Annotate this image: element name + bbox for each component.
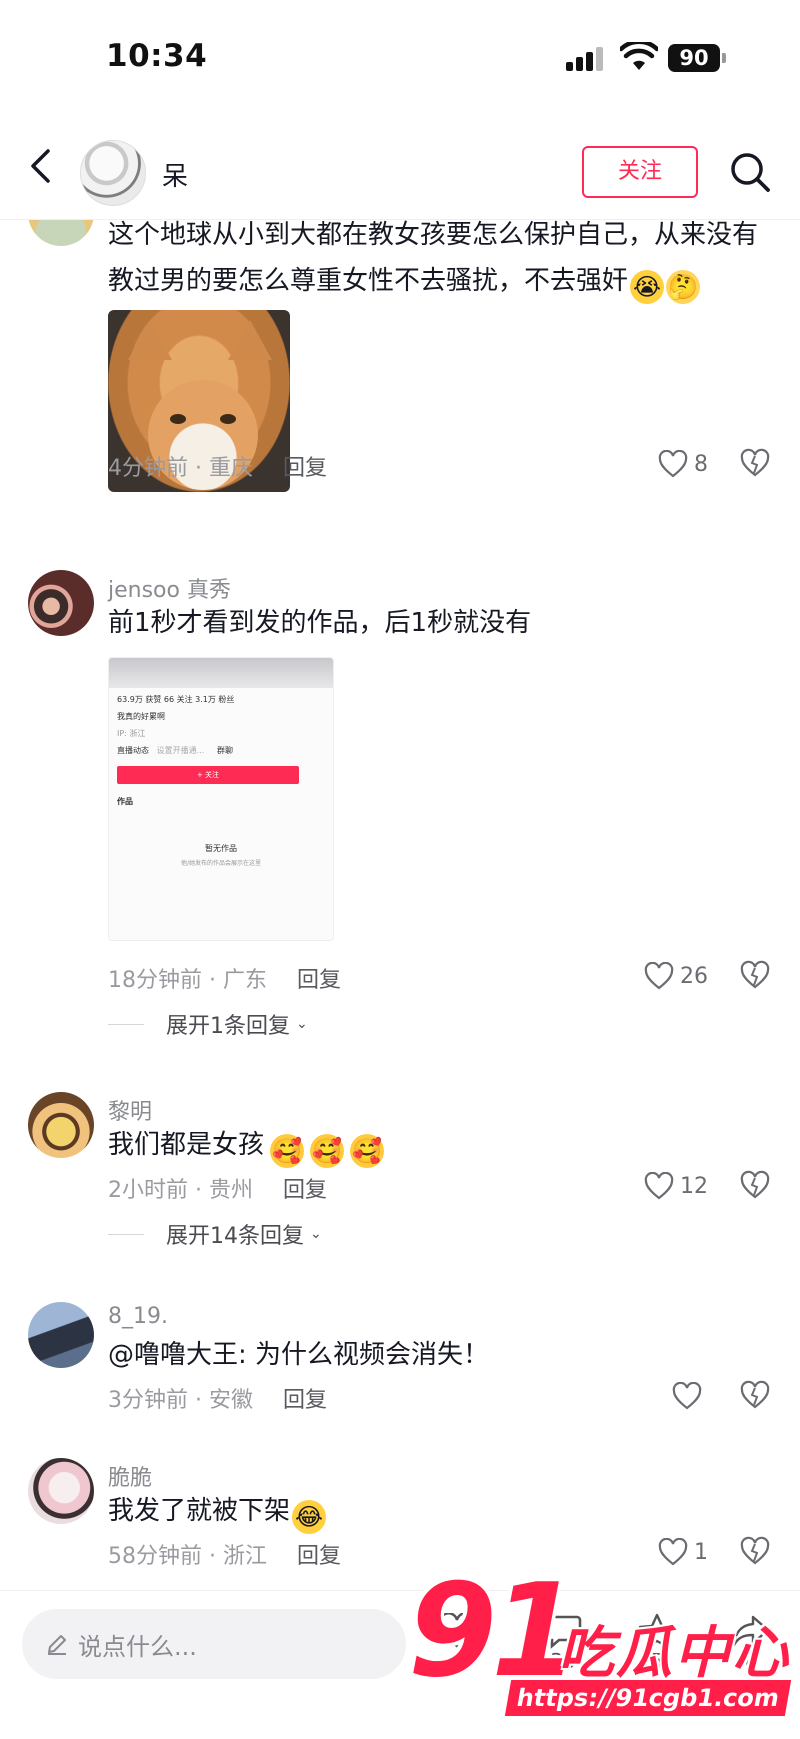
like-button[interactable]: 26 (644, 960, 708, 992)
comment-meta: 4分钟前 · 重庆 回复 (108, 450, 327, 482)
commenter-avatar[interactable] (28, 1302, 94, 1368)
dislike-icon[interactable] (740, 1380, 770, 1410)
comment-time-location: 2小时前 · 贵州 (108, 1178, 253, 1203)
user-avatar[interactable] (80, 140, 146, 206)
watermark-url: https://91cgb1.com (504, 1680, 792, 1716)
screenshot-live-sub: 设置开播通... (156, 746, 205, 755)
comment-time-location: 3分钟前 · 安徽 (108, 1388, 253, 1413)
expand-replies-label: 展开1条回复 (166, 1014, 290, 1039)
status-bar: 10:34 90 (0, 0, 800, 110)
commenter-avatar[interactable] (28, 1092, 94, 1158)
comment-input[interactable]: 说点什么... (22, 1609, 406, 1679)
pencil-icon (48, 1635, 66, 1655)
comment-time-location: 58分钟前 · 浙江 (108, 1544, 267, 1569)
comment-time-location: 4分钟前 · 重庆 (108, 456, 253, 481)
like-count: 12 (680, 1173, 708, 1199)
laughing-crying-emoji-icon: 😂 (292, 1500, 327, 1534)
screenshot-live: 直播动态 (117, 746, 149, 755)
comment-meta: 58分钟前 · 浙江 回复 (108, 1538, 341, 1570)
hugging-emoji-icon: 🥰 (270, 1134, 305, 1168)
commenter-avatar[interactable] (28, 570, 94, 636)
cellular-signal-icon (566, 47, 606, 71)
reply-button[interactable]: 回复 (297, 1544, 341, 1569)
comment-time-location: 18分钟前 · 广东 (108, 968, 267, 993)
like-button[interactable]: 12 (644, 1170, 708, 1202)
chevron-down-icon: ⌄ (310, 1226, 322, 1242)
thinking-emoji-icon: 🤔 (666, 270, 701, 304)
reply-button[interactable]: 回复 (283, 1178, 327, 1203)
battery-icon: 90 (668, 44, 726, 72)
wifi-icon (620, 42, 658, 70)
comment-meta: 2小时前 · 贵州 回复 (108, 1172, 327, 1204)
expand-replies-button[interactable]: 展开1条回复 ⌄ (108, 1008, 308, 1040)
heart-icon (644, 962, 674, 990)
expand-replies-label: 展开14条回复 (166, 1224, 304, 1249)
like-button[interactable] (672, 1380, 708, 1412)
dislike-icon[interactable] (740, 1170, 770, 1200)
comment-meta: 3分钟前 · 安徽 回复 (108, 1382, 327, 1414)
heart-icon (658, 1538, 688, 1566)
expand-replies-button[interactable]: 展开14条回复 ⌄ (108, 1218, 322, 1250)
battery-level: 90 (668, 44, 720, 72)
comment-list[interactable]: 这个地球从小到大都在教女孩要怎么保护自己，从来没有教过男的要怎么尊重女性不去骚扰… (0, 220, 800, 1600)
comment-text-body: 我们都是女孩 (108, 1130, 265, 1160)
like-button[interactable]: 1 (658, 1536, 708, 1568)
hugging-emoji-icon: 🥰 (310, 1134, 345, 1168)
like-count: 1 (694, 1539, 708, 1565)
screenshot-follow-button: + 关注 (117, 766, 299, 784)
reply-button[interactable]: 回复 (283, 456, 327, 481)
screenshot-tag: IP: 浙江 (117, 729, 146, 738)
like-button[interactable]: 8 (658, 448, 708, 480)
comment-text: 我们都是女孩 🥰 🥰 🥰 (108, 1122, 768, 1168)
chevron-down-icon: ⌄ (296, 1016, 308, 1032)
user-name[interactable]: 呆 (162, 156, 188, 193)
screenshot-empty-sub: 他/她发布的作品会展示在这里 (180, 860, 262, 867)
like-count: 8 (694, 451, 708, 477)
commenter-avatar[interactable] (28, 1458, 94, 1524)
heart-icon (672, 1382, 702, 1410)
screenshot-group: 群聊 (217, 746, 233, 755)
nav-bar: 呆 关注 (0, 110, 800, 220)
comment-input-placeholder: 说点什么... (78, 1632, 197, 1661)
watermark-number: 91 (408, 1557, 580, 1706)
reply-button[interactable]: 回复 (297, 968, 341, 993)
reply-button[interactable]: 回复 (283, 1388, 327, 1413)
status-time: 10:34 (106, 38, 208, 74)
screenshot-bio: 我真的好累啊 (117, 712, 165, 721)
dislike-icon[interactable] (740, 448, 770, 478)
back-arrow-icon[interactable] (26, 148, 56, 184)
dislike-icon[interactable] (740, 960, 770, 990)
watermark-title: 吃瓜中心 (558, 1621, 790, 1686)
comment-text: 前1秒才看到发的作品，后1秒就没有 (108, 608, 532, 638)
follow-button[interactable]: 关注 (582, 146, 698, 198)
crying-emoji-icon: 😭 (630, 270, 665, 304)
comment-text: 我发了就被下架 😂 (108, 1488, 768, 1534)
hugging-emoji-icon: 🥰 (350, 1134, 385, 1168)
watermark-logo: 91 吃瓜中心 https://91cgb1.com (408, 1568, 800, 1739)
commenter-avatar[interactable] (28, 220, 94, 246)
comment-meta: 18分钟前 · 广东 回复 (108, 962, 341, 994)
screenshot-empty: 暂无作品 (205, 844, 237, 853)
heart-icon (644, 1172, 674, 1200)
like-count: 26 (680, 963, 708, 989)
comment-author[interactable]: 8_19. (108, 1304, 168, 1329)
dislike-icon[interactable] (740, 1536, 770, 1566)
comment-text: @噜噜大王: 为什么视频会消失！ (108, 1340, 490, 1370)
profile-screenshot-image[interactable]: 63.9万 获赞 66 关注 3.1万 粉丝 我真的好累啊 IP: 浙江 直播动… (108, 657, 334, 941)
heart-icon (658, 450, 688, 478)
search-icon[interactable] (728, 150, 772, 194)
screenshot-works: 作品 (117, 797, 133, 806)
comment-text: 这个地球从小到大都在教女孩要怎么保护自己，从来没有教过男的要怎么尊重女性不去骚扰… (108, 220, 768, 304)
comment-text-body: 我发了就被下架 (108, 1496, 291, 1526)
screenshot-stats: 63.9万 获赞 66 关注 3.1万 粉丝 (117, 695, 235, 704)
